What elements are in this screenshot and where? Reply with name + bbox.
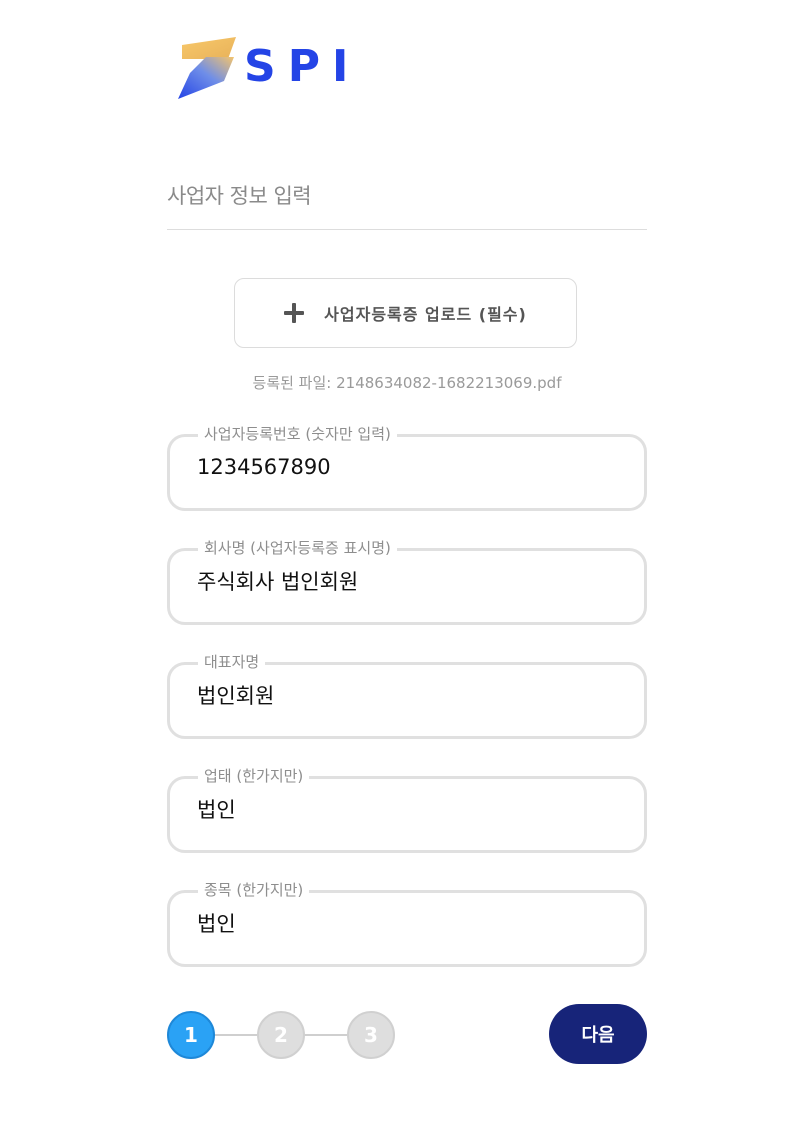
business-item-label: 종목 (한가지만) xyxy=(198,879,310,901)
company-name-label: 회사명 (사업자등록증 표시명) xyxy=(198,537,397,559)
logo-text: SPI xyxy=(244,41,361,92)
step-indicator: 1 2 3 xyxy=(167,1011,397,1059)
representative-name-input[interactable] xyxy=(197,683,617,707)
business-type-field[interactable]: 업태 (한가지만) xyxy=(167,765,647,853)
title-divider xyxy=(167,229,647,230)
business-number-input[interactable] xyxy=(197,455,617,479)
company-name-field[interactable]: 회사명 (사업자등록증 표시명) xyxy=(167,537,647,625)
next-button[interactable]: 다음 xyxy=(549,1004,647,1064)
step-connector xyxy=(213,1034,257,1036)
business-number-field[interactable]: 사업자등록번호 (숫자만 입력) xyxy=(167,423,647,511)
company-name-input[interactable] xyxy=(197,569,617,593)
upload-business-license-button[interactable]: 사업자등록증 업로드 (필수) xyxy=(234,278,577,348)
representative-name-label: 대표자명 xyxy=(198,651,266,673)
step-3: 3 xyxy=(347,1011,395,1059)
step-2: 2 xyxy=(257,1011,305,1059)
business-type-label: 업태 (한가지만) xyxy=(198,765,310,787)
logo-mark-icon xyxy=(178,37,236,99)
business-number-label: 사업자등록번호 (숫자만 입력) xyxy=(198,423,397,445)
step-1: 1 xyxy=(167,1011,215,1059)
representative-name-field[interactable]: 대표자명 xyxy=(167,651,647,739)
business-item-input[interactable] xyxy=(197,911,617,935)
page-title: 사업자 정보 입력 xyxy=(167,184,312,208)
plus-icon xyxy=(284,303,305,323)
upload-button-label: 사업자등록증 업로드 (필수) xyxy=(324,305,527,324)
logo: SPI xyxy=(176,34,360,100)
step-connector xyxy=(303,1034,347,1036)
business-item-field[interactable]: 종목 (한가지만) xyxy=(167,879,647,967)
business-type-input[interactable] xyxy=(197,797,617,821)
registered-file-note: 등록된 파일: 2148634082-1682213069.pdf xyxy=(252,374,562,392)
